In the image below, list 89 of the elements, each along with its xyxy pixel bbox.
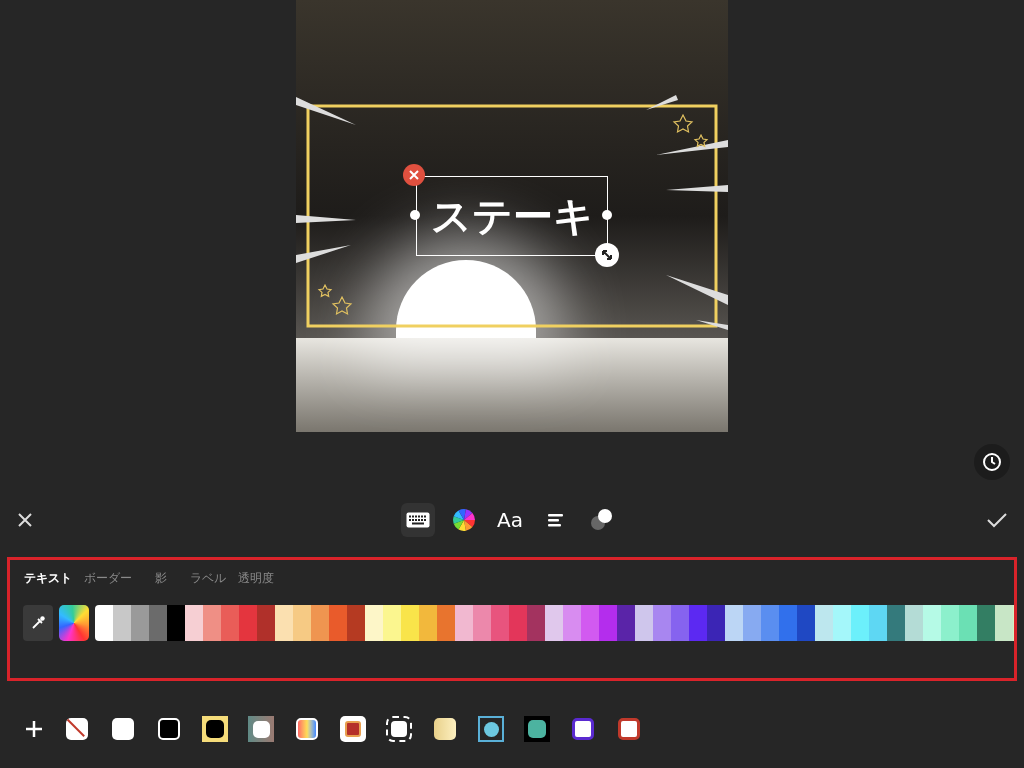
eyedropper-button[interactable] (23, 605, 53, 641)
color-swatch[interactable] (419, 605, 437, 641)
no-style-icon[interactable] (66, 718, 88, 740)
color-swatch[interactable] (401, 605, 419, 641)
color-swatch[interactable] (869, 605, 887, 641)
color-swatch[interactable] (617, 605, 635, 641)
color-swatch[interactable] (239, 605, 257, 641)
style-preset-icon[interactable] (112, 718, 134, 740)
color-target-tab[interactable]: 透明度 (237, 569, 275, 587)
overlay-text[interactable]: ステーキ (430, 196, 594, 236)
resize-handle[interactable] (602, 210, 612, 220)
color-swatch[interactable] (455, 605, 473, 641)
color-swatch[interactable] (581, 605, 599, 641)
color-swatch[interactable] (797, 605, 815, 641)
color-swatch[interactable] (563, 605, 581, 641)
color-swatch[interactable] (923, 605, 941, 641)
color-swatch[interactable] (275, 605, 293, 641)
color-swatch[interactable] (491, 605, 509, 641)
color-swatch[interactable] (635, 605, 653, 641)
plus-icon (25, 720, 43, 738)
checkmark-icon (987, 512, 1007, 528)
color-swatch[interactable] (761, 605, 779, 641)
color-swatch[interactable] (941, 605, 959, 641)
color-swatch[interactable] (779, 605, 797, 641)
color-swatch[interactable] (167, 605, 185, 641)
style-preset-icon[interactable] (618, 718, 640, 740)
delete-handle[interactable] (403, 164, 425, 186)
color-swatch[interactable] (257, 605, 275, 641)
eyedropper-icon (30, 615, 46, 631)
toolbar-tab[interactable] (401, 503, 435, 537)
color-target-tab[interactable]: ボーダー (83, 569, 133, 587)
style-preset-icon[interactable] (572, 718, 594, 740)
style-preset-icon[interactable] (202, 716, 228, 742)
color-swatch[interactable] (707, 605, 725, 641)
resize-handle[interactable] (410, 210, 420, 220)
color-swatch[interactable] (149, 605, 167, 641)
color-swatch[interactable] (437, 605, 455, 641)
align-left-icon (548, 513, 564, 527)
color-swatch[interactable] (131, 605, 149, 641)
add-button[interactable] (24, 719, 44, 739)
color-swatch[interactable] (95, 605, 113, 641)
clock-icon (982, 452, 1002, 472)
color-swatch[interactable] (653, 605, 671, 641)
keyboard-icon (406, 512, 430, 528)
color-wheel-icon (452, 508, 476, 532)
color-swatch[interactable] (527, 605, 545, 641)
shadow-icon (589, 508, 615, 532)
color-swatch[interactable] (473, 605, 491, 641)
color-swatch[interactable] (671, 605, 689, 641)
color-swatch[interactable] (221, 605, 239, 641)
diagonal-arrows-icon (601, 249, 613, 261)
color-swatch[interactable] (185, 605, 203, 641)
color-swatch[interactable] (509, 605, 527, 641)
history-button[interactable] (974, 444, 1010, 480)
color-swatch[interactable] (365, 605, 383, 641)
close-button[interactable] (16, 511, 34, 529)
color-swatch[interactable] (743, 605, 761, 641)
color-swatch[interactable] (311, 605, 329, 641)
dashed-style-icon[interactable] (386, 716, 412, 742)
style-preset-icon[interactable] (524, 716, 550, 742)
color-swatch[interactable] (689, 605, 707, 641)
color-swatch[interactable] (203, 605, 221, 641)
color-swatch[interactable] (329, 605, 347, 641)
color-swatch[interactable] (887, 605, 905, 641)
color-swatch[interactable] (725, 605, 743, 641)
color-swatch[interactable] (383, 605, 401, 641)
color-swatch[interactable] (995, 605, 1013, 641)
custom-color-button[interactable] (59, 605, 89, 641)
color-swatch[interactable] (851, 605, 869, 641)
scale-handle[interactable] (595, 243, 619, 267)
color-swatch[interactable] (959, 605, 977, 641)
color-swatch[interactable] (977, 605, 995, 641)
style-preset-icon[interactable] (340, 716, 366, 742)
color-swatch[interactable] (293, 605, 311, 641)
color-swatch[interactable] (833, 605, 851, 641)
close-icon (409, 170, 419, 180)
gradient-style-icon[interactable] (434, 718, 456, 740)
color-swatch[interactable] (347, 605, 365, 641)
color-target-tab[interactable]: ラベル (189, 569, 227, 587)
color-swatch[interactable] (815, 605, 833, 641)
color-target-tab[interactable]: 影 (143, 569, 179, 587)
close-icon (18, 513, 32, 527)
style-preset-icon[interactable] (478, 716, 504, 742)
color-swatch[interactable] (599, 605, 617, 641)
color-target-tab[interactable]: テキスト (23, 569, 73, 587)
rainbow-style-icon[interactable] (296, 718, 318, 740)
color-swatch[interactable] (545, 605, 563, 641)
color-swatch[interactable] (905, 605, 923, 641)
color-swatch[interactable] (113, 605, 131, 641)
